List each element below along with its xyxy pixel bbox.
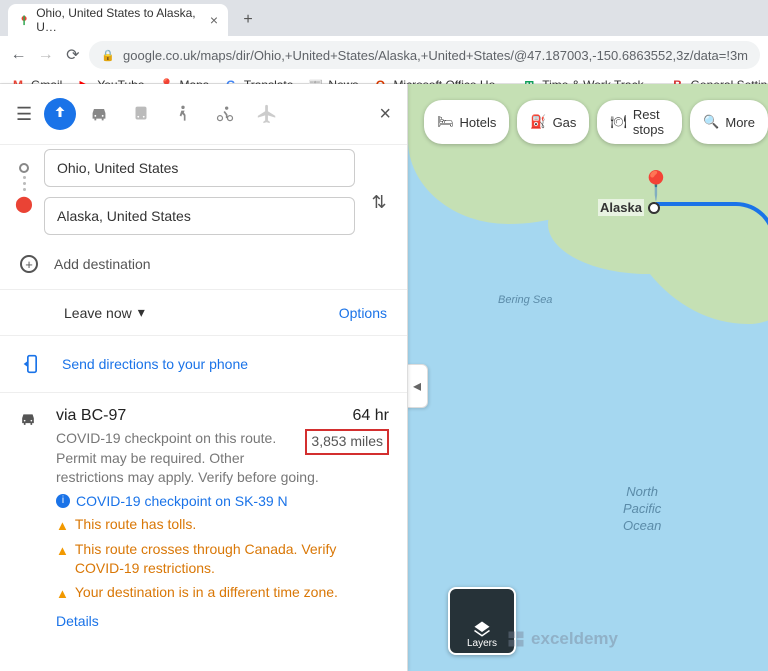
mode-transit[interactable] — [122, 96, 160, 132]
swap-button[interactable]: ⇅ — [367, 192, 391, 213]
route-polyline — [656, 202, 768, 262]
lock-icon: 🔒 — [101, 49, 115, 62]
route-details-link[interactable]: Details — [56, 613, 99, 629]
new-tab-button[interactable]: + — [234, 6, 262, 34]
directions-panel: ☰ × ⬤ Ohio, United States Alaska, United… — [0, 84, 408, 671]
address-bar[interactable]: 🔒 google.co.uk/maps/dir/Ohio,+United+Sta… — [89, 41, 760, 69]
map-pill-gas[interactable]: ⛽Gas — [517, 100, 589, 144]
sea-label: Bering Sea — [498, 294, 552, 306]
forward-button[interactable]: → — [35, 43, 56, 67]
warning-icon: ▲ — [56, 542, 69, 560]
mode-driving[interactable] — [80, 96, 118, 132]
route-duration: 64 hr — [353, 407, 389, 425]
url-text: google.co.uk/maps/dir/Ohio,+United+State… — [123, 48, 748, 63]
route-distance: 3,853 miles — [305, 429, 389, 455]
plus-icon: + — [20, 255, 38, 273]
tolls-warning: ▲This route has tolls. — [56, 515, 389, 535]
route-title: via BC-97 — [56, 407, 126, 425]
destination-ring — [648, 202, 660, 214]
route-card[interactable]: via BC-97 64 hr 3,853 miles COVID-19 che… — [0, 393, 407, 643]
add-destination-button[interactable]: + Add destination — [0, 247, 407, 289]
mode-cycling[interactable] — [206, 96, 244, 132]
depart-time-dropdown[interactable]: Leave now ▾ — [64, 304, 145, 321]
destination-input[interactable]: Alaska, United States — [44, 197, 355, 235]
layers-icon — [473, 620, 491, 638]
car-icon — [18, 407, 38, 629]
ocean-label: NorthPacificOcean — [623, 484, 661, 535]
route-description: 3,853 miles COVID-19 checkpoint on this … — [56, 429, 389, 488]
map-canvas[interactable]: 🛏Hotels⛽Gas🍽Rest stops🔍More Bering Sea N… — [408, 84, 768, 671]
reload-button[interactable]: ⟳ — [62, 43, 83, 67]
mode-walking[interactable] — [164, 96, 202, 132]
map-pill-rest-stops[interactable]: 🍽Rest stops — [597, 100, 682, 144]
waypoint-indicator: ⬤ — [16, 149, 32, 214]
chevron-down-icon: ▾ — [138, 304, 145, 321]
destination-marker[interactable]: 📍 — [639, 169, 674, 202]
back-button[interactable]: ← — [8, 43, 29, 67]
menu-icon[interactable]: ☰ — [16, 104, 40, 125]
canada-warning: ▲This route crosses through Canada. Veri… — [56, 540, 389, 579]
destination-pin-icon: ⬤ — [15, 194, 33, 214]
map-pill-hotels[interactable]: 🛏Hotels — [424, 100, 509, 144]
tab-bar: Ohio, United States to Alaska, U… × + — [0, 0, 768, 36]
timezone-warning: ▲Your destination is in a different time… — [56, 583, 389, 603]
destination-label: Alaska — [598, 199, 644, 216]
map-pill-more[interactable]: 🔍More — [690, 100, 768, 144]
collapse-panel-button[interactable]: ◂ — [408, 364, 428, 408]
info-icon: i — [56, 494, 70, 508]
browser-tab[interactable]: Ohio, United States to Alaska, U… × — [8, 4, 228, 36]
options-link[interactable]: Options — [339, 305, 387, 321]
tab-close-icon[interactable]: × — [210, 12, 218, 28]
warning-icon: ▲ — [56, 517, 69, 535]
phone-icon — [22, 354, 42, 374]
mode-best[interactable] — [44, 98, 76, 130]
warning-icon: ▲ — [56, 585, 69, 603]
origin-input[interactable]: Ohio, United States — [44, 149, 355, 187]
send-to-phone-button[interactable]: Send directions to your phone — [0, 336, 407, 393]
maps-favicon — [18, 13, 30, 27]
mode-flights[interactable] — [248, 96, 286, 132]
covid-checkpoint-info[interactable]: iCOVID-19 checkpoint on SK-39 N — [56, 492, 389, 512]
close-directions-icon[interactable]: × — [379, 103, 391, 126]
watermark: exceldemy — [506, 629, 618, 649]
tab-title: Ohio, United States to Alaska, U… — [36, 6, 196, 34]
